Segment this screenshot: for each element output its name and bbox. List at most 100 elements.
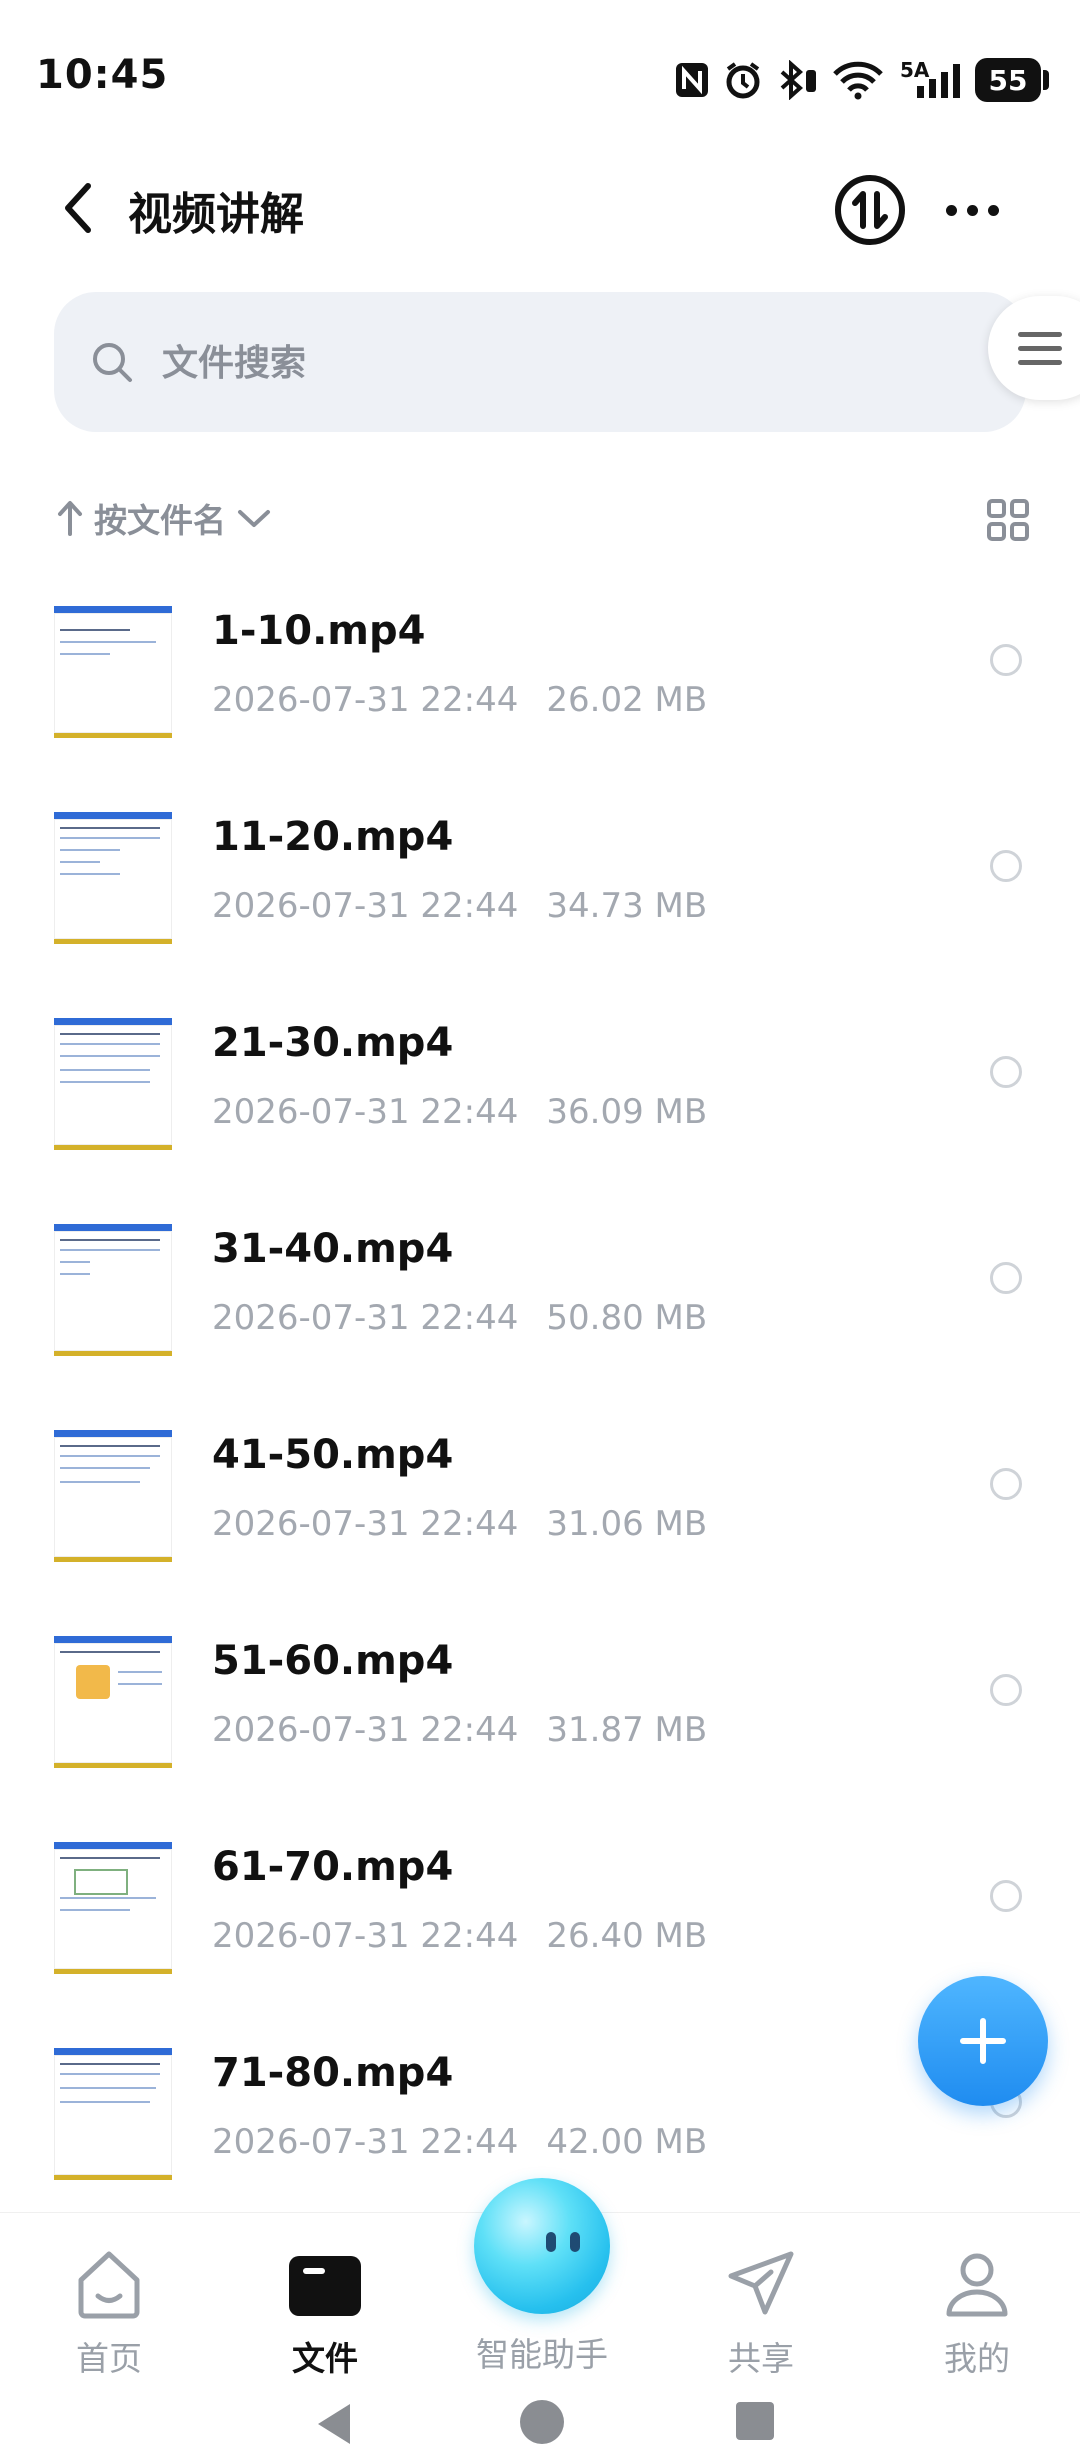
assistant-eye — [546, 2232, 556, 2252]
battery-icon: 55 — [975, 58, 1041, 102]
select-radio[interactable] — [990, 1468, 1022, 1500]
file-size: 42.00 MB — [546, 2122, 708, 2162]
select-radio[interactable] — [990, 644, 1022, 676]
battery-tip — [1043, 70, 1049, 90]
file-row[interactable]: 61-70.mp4 2026-07-31 22:44 26.40 MB — [0, 1832, 1080, 2038]
file-meta: 2026-07-31 22:44 26.02 MB — [212, 680, 707, 720]
nav-files[interactable]: 文件 — [250, 2236, 400, 2378]
more-dot — [966, 204, 978, 216]
sort-label: 按文件名 — [94, 501, 226, 540]
system-recents-button[interactable] — [736, 2402, 774, 2440]
nav-assistant-label: 智能助手 — [476, 2335, 608, 2374]
file-name: 31-40.mp4 — [212, 1226, 454, 1272]
nav-share-label: 共享 — [728, 2339, 794, 2378]
search-icon — [90, 340, 134, 384]
file-row[interactable]: 41-50.mp4 2026-07-31 22:44 31.06 MB — [0, 1420, 1080, 1626]
nav-profile-label: 我的 — [944, 2339, 1010, 2378]
file-name: 71-80.mp4 — [212, 2050, 454, 2096]
nav-share[interactable]: 共享 — [686, 2236, 836, 2378]
transfer-button[interactable] — [832, 172, 908, 248]
file-row[interactable]: 21-30.mp4 2026-07-31 22:44 36.09 MB — [0, 1008, 1080, 1214]
select-radio[interactable] — [990, 1262, 1022, 1294]
video-thumbnail — [54, 812, 172, 944]
more-button[interactable] — [932, 172, 1012, 248]
assistant-orb-icon — [474, 2178, 610, 2314]
add-button[interactable] — [918, 1976, 1048, 2106]
file-name: 41-50.mp4 — [212, 1432, 454, 1478]
file-date: 2026-07-31 22:44 — [212, 1298, 519, 1338]
file-meta: 2026-07-31 22:44 50.80 MB — [212, 1298, 707, 1338]
file-date: 2026-07-31 22:44 — [212, 1710, 519, 1750]
file-row[interactable]: 51-60.mp4 2026-07-31 22:44 31.87 MB — [0, 1626, 1080, 1832]
assistant-eye — [570, 2232, 580, 2252]
nav-home-label: 首页 — [76, 2339, 142, 2378]
select-radio[interactable] — [990, 1056, 1022, 1088]
video-thumbnail — [54, 1018, 172, 1150]
file-size: 26.40 MB — [546, 1916, 708, 1956]
wifi-icon — [830, 60, 886, 100]
arrow-up-icon — [58, 501, 82, 536]
video-thumbnail — [54, 606, 172, 738]
file-row[interactable]: 31-40.mp4 2026-07-31 22:44 50.80 MB — [0, 1214, 1080, 1420]
video-thumbnail — [54, 2048, 172, 2180]
file-date: 2026-07-31 22:44 — [212, 680, 519, 720]
video-thumbnail — [54, 1842, 172, 1974]
send-icon — [728, 2251, 794, 2315]
file-row[interactable]: 11-20.mp4 2026-07-31 22:44 34.73 MB — [0, 802, 1080, 1008]
system-back-button[interactable] — [314, 2402, 354, 2450]
chevron-down-icon — [238, 510, 270, 527]
file-size: 34.73 MB — [546, 886, 708, 926]
swap-vertical-icon — [835, 175, 905, 245]
bluetooth-icon — [774, 60, 818, 100]
file-date: 2026-07-31 22:44 — [212, 1504, 519, 1544]
status-bar: 10:45 5A 55 — [0, 0, 1080, 150]
file-size: 26.02 MB — [546, 680, 708, 720]
more-horizontal-icon — [945, 204, 957, 216]
chevron-left-icon — [65, 183, 91, 233]
triangle-back-icon — [318, 2404, 350, 2444]
file-meta: 2026-07-31 22:44 36.09 MB — [212, 1092, 707, 1132]
file-size: 31.06 MB — [546, 1504, 708, 1544]
select-radio[interactable] — [990, 1674, 1022, 1706]
home-icon — [78, 2251, 140, 2319]
page-title: 视频讲解 — [128, 189, 304, 240]
menu-line — [1018, 360, 1062, 365]
nfc-icon — [672, 60, 712, 100]
file-size: 50.80 MB — [546, 1298, 708, 1338]
signal-icon — [906, 60, 968, 100]
search-input[interactable] — [160, 330, 864, 396]
video-thumbnail — [54, 1224, 172, 1356]
file-name: 51-60.mp4 — [212, 1638, 454, 1684]
folder-icon — [289, 2256, 361, 2316]
file-date: 2026-07-31 22:44 — [212, 1916, 519, 1956]
system-home-button[interactable] — [520, 2400, 564, 2444]
file-name: 1-10.mp4 — [212, 608, 426, 654]
file-name: 61-70.mp4 — [212, 1844, 454, 1890]
file-date: 2026-07-31 22:44 — [212, 2122, 519, 2162]
nav-files-label: 文件 — [292, 2339, 358, 2378]
file-size: 36.09 MB — [546, 1092, 708, 1132]
grid-view-button[interactable] — [986, 498, 1030, 542]
nav-assistant[interactable]: 智能助手 — [462, 2170, 622, 2374]
battery-level: 55 — [988, 63, 1028, 97]
select-radio[interactable] — [990, 850, 1022, 882]
file-meta: 2026-07-31 22:44 26.40 MB — [212, 1916, 707, 1956]
alarm-icon — [722, 60, 764, 100]
file-list: 1-10.mp4 2026-07-31 22:44 26.02 MB 11-20.… — [0, 596, 1080, 2244]
file-date: 2026-07-31 22:44 — [212, 1092, 519, 1132]
file-meta: 2026-07-31 22:44 31.87 MB — [212, 1710, 707, 1750]
file-size: 31.87 MB — [546, 1710, 708, 1750]
back-button[interactable] — [60, 170, 120, 246]
video-thumbnail — [54, 1430, 172, 1562]
sort-selector[interactable]: 按文件名 — [56, 490, 272, 546]
grid-view-icon — [987, 499, 1029, 541]
file-name: 21-30.mp4 — [212, 1020, 454, 1066]
nav-profile[interactable]: 我的 — [902, 2236, 1052, 2378]
more-dot — [987, 204, 999, 216]
menu-icon — [1018, 332, 1062, 337]
nav-home[interactable]: 首页 — [34, 2236, 184, 2378]
plus-icon — [960, 2018, 1006, 2064]
file-row[interactable]: 1-10.mp4 2026-07-31 22:44 26.02 MB — [0, 596, 1080, 802]
video-thumbnail — [54, 1636, 172, 1768]
select-radio[interactable] — [990, 1880, 1022, 1912]
